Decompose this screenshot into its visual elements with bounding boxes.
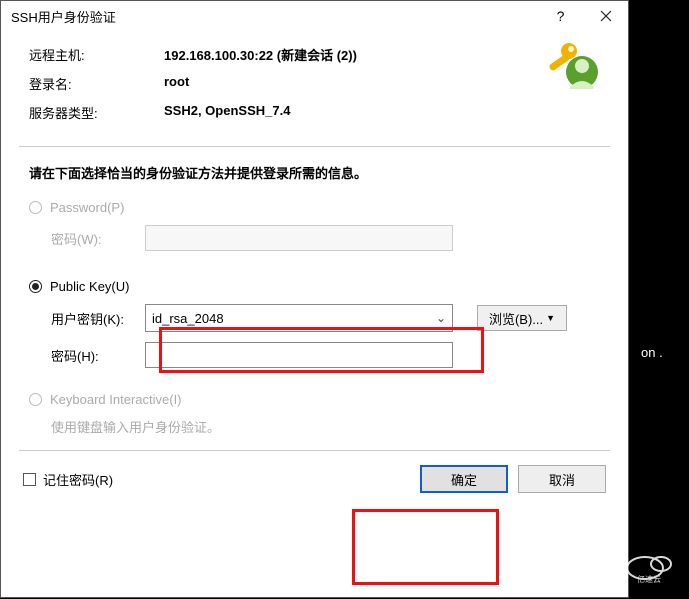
bg-partial-text: on . (641, 345, 663, 360)
browse-label: 浏览(B)... (489, 309, 543, 328)
ssh-auth-dialog: SSH用户身份验证 ? 远程主机: 192.168.100.30:22 (新建会… (0, 0, 629, 598)
radio-icon (29, 393, 42, 406)
publickey-radio-row[interactable]: Public Key(U) (29, 279, 600, 294)
close-icon (600, 10, 612, 22)
keyboard-radio-row[interactable]: Keyboard Interactive(I) (29, 392, 600, 407)
background-right: on . (633, 45, 689, 599)
server-type-value: SSH2, OpenSSH_7.4 (164, 103, 290, 122)
publickey-radio-label: Public Key(U) (50, 279, 129, 294)
cancel-button[interactable]: 取消 (518, 465, 606, 493)
dropdown-icon: ▼ (546, 313, 555, 323)
browse-button[interactable]: 浏览(B)... ▼ (477, 305, 567, 331)
keyboard-sub-msg: 使用键盘输入用户身份验证。 (51, 417, 220, 436)
password-radio-row[interactable]: Password(P) (29, 200, 600, 215)
dialog-title: SSH用户身份验证 (11, 7, 538, 26)
login-label: 登录名: (29, 74, 164, 93)
userkey-value: id_rsa_2048 (152, 311, 224, 326)
server-type-label: 服务器类型: (29, 103, 164, 122)
passphrase-label: 密码(H): (51, 346, 145, 365)
remember-checkbox[interactable] (23, 473, 36, 486)
svg-text:亿速云: 亿速云 (637, 574, 661, 584)
keyboard-radio-label: Keyboard Interactive(I) (50, 392, 182, 407)
bottom-bar: 记住密码(R) 确定 取消 (1, 451, 628, 507)
login-value: root (164, 74, 189, 93)
watermark: 亿速云 (623, 548, 683, 587)
cancel-label: 取消 (549, 470, 575, 489)
password-radio-label: Password(P) (50, 200, 124, 215)
connection-info: 远程主机: 192.168.100.30:22 (新建会话 (2)) 登录名: … (1, 31, 628, 138)
radio-icon (29, 280, 42, 293)
password-input (145, 225, 453, 251)
radio-icon (29, 201, 42, 214)
userkey-label: 用户密钥(K): (51, 309, 145, 328)
chevron-down-icon: ⌄ (436, 311, 446, 325)
remember-label: 记住密码(R) (43, 470, 113, 489)
remote-host-label: 远程主机: (29, 45, 164, 64)
help-button[interactable]: ? (538, 1, 583, 31)
ok-button[interactable]: 确定 (420, 465, 508, 493)
instruction-text: 请在下面选择恰当的身份验证方法并提供登录所需的信息。 (1, 147, 628, 190)
remote-host-value: 192.168.100.30:22 (新建会话 (2)) (164, 45, 357, 64)
passphrase-input[interactable] (145, 342, 453, 368)
close-button[interactable] (583, 1, 628, 31)
user-key-icon (544, 37, 606, 99)
userkey-combobox[interactable]: id_rsa_2048 ⌄ (145, 304, 453, 332)
highlight-box-2 (352, 509, 499, 585)
password-field-label: 密码(W): (51, 229, 145, 248)
titlebar: SSH用户身份验证 ? (1, 1, 628, 31)
ok-label: 确定 (451, 470, 477, 489)
